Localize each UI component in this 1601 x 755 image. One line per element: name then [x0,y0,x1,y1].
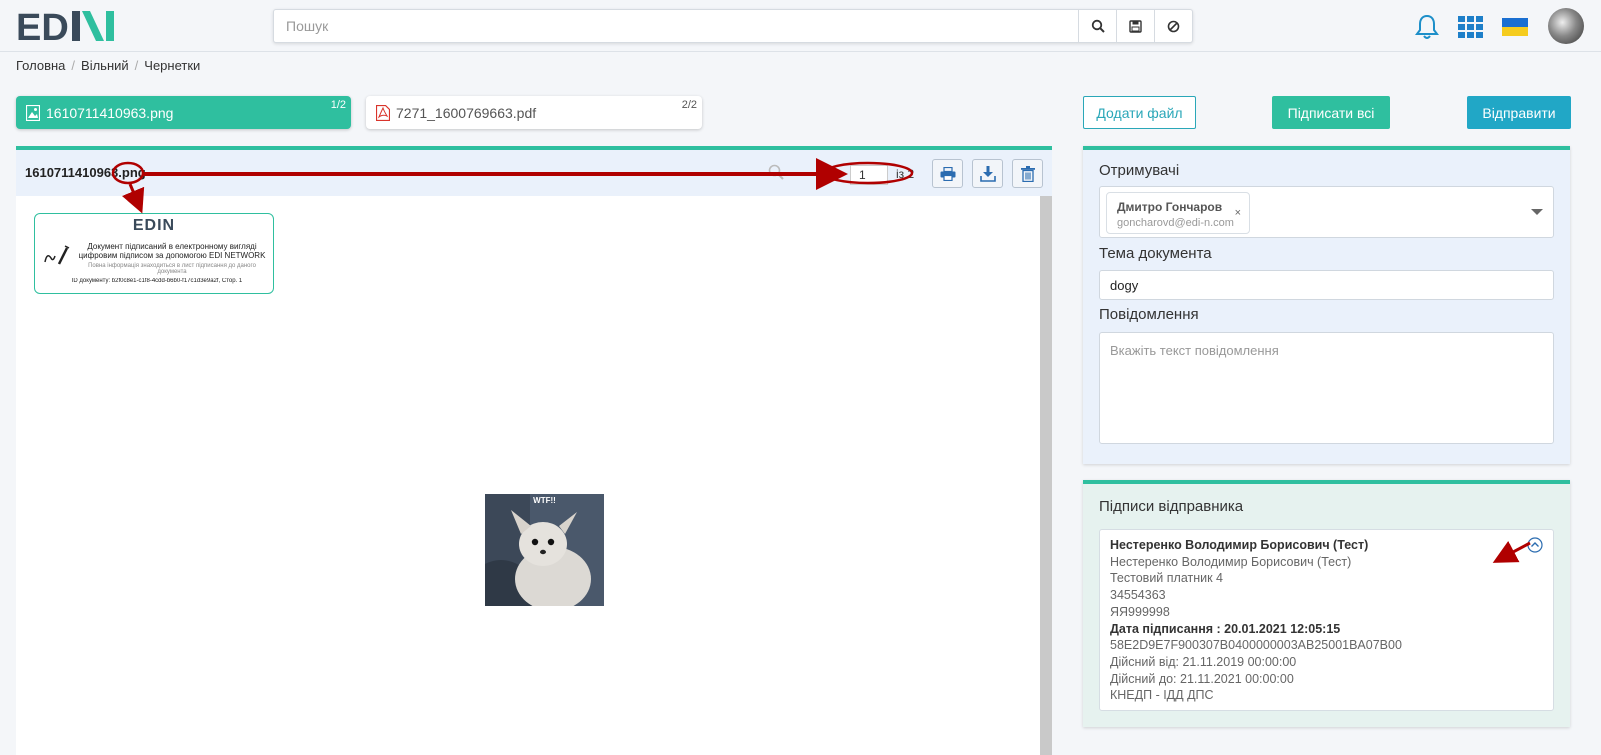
signatures-title: Підписи відправника [1099,498,1244,515]
signer-org: Тестовий платник 4 [1110,571,1223,586]
bell-icon [1415,14,1439,39]
file-tab-name: 7271_1600769663.pdf [396,104,537,121]
recipient-chip: Дмитро Гончаров goncharovd@edi-n.com × [1106,192,1250,234]
file-tab-name: 1610711410963.png [46,104,174,121]
notifications-button[interactable] [1412,12,1442,42]
edin-logo-graphic: ED [16,7,114,45]
print-icon [940,166,955,181]
remove-recipient-icon[interactable]: × [1235,207,1241,219]
trash-icon [1020,165,1035,182]
edin-logo[interactable]: ED [16,6,116,46]
print-button[interactable] [932,159,963,188]
svg-text:ED: ED [16,7,69,45]
sender-signatures-panel: Підписи відправника Нестеренко Володимир… [1083,480,1570,727]
breadcrumb: Головна / Вільний / Чернетки [16,58,200,76]
breadcrumb-drafts[interactable]: Чернетки [144,58,200,76]
sign-all-button[interactable]: Підписати всі [1272,96,1390,129]
subject-input[interactable]: dogy [1099,270,1554,300]
stamp-logo: EDIN [132,217,176,234]
message-label: Повідомлення [1099,306,1199,323]
search-button[interactable] [1078,10,1116,42]
document-form-panel: Отримувачі Дмитро Гончаров goncharovd@ed… [1083,146,1570,464]
breadcrumb-free[interactable]: Вільний [81,58,129,76]
delete-button[interactable] [1012,159,1043,188]
viewer-toolbar: 1610711410963.png 1 із 2 [16,150,1052,196]
subject-label: Тема документа [1099,245,1212,262]
top-header: ED [0,0,1601,52]
recipients-select[interactable]: Дмитро Гончаров goncharovd@edi-n.com × [1099,186,1554,238]
file-tab-pdf[interactable]: 7271_1600769663.pdf 2/2 [366,96,702,129]
file-tab-counter: 1/2 [330,99,346,111]
image-caption: WTF!! [533,496,556,505]
breadcrumb-separator: / [71,58,76,73]
stamp-note: Повна інформація знаходиться в лист підп… [88,263,256,275]
zoom-icon [768,164,784,180]
language-button[interactable] [1500,12,1530,42]
ukraine-flag-icon [1502,18,1528,36]
breadcrumb-separator: / [134,58,139,73]
signer-id: ЯЯ999998 [1110,604,1170,619]
page-total-label: із 2 [896,167,915,181]
document-image-dog: WTF!! [485,494,604,606]
search-input[interactable] [274,10,1078,42]
send-button[interactable]: Відправити [1467,96,1571,129]
cert-valid-to: Дійсний до: 21.11.2021 00:00:00 [1110,671,1294,686]
save-icon [1129,19,1142,33]
user-avatar[interactable] [1548,8,1584,44]
apps-grid-icon [1458,16,1483,38]
signer-code: 34554363 [1110,588,1166,603]
image-file-icon [26,104,40,121]
viewer-file-title: 1610711410963.png [25,165,146,180]
message-textarea[interactable]: Вкажіть текст повідомлення [1099,332,1554,444]
clear-icon [1167,20,1180,32]
sign-date: Дата підписання : 20.01.2021 12:05:15 [1110,621,1341,636]
file-tab-counter: 2/2 [681,99,697,111]
download-icon [979,165,996,182]
recipient-email: goncharovd@edi-n.com [1117,217,1234,229]
viewer-scrollbar[interactable] [1040,196,1052,755]
recipient-name: Дмитро Гончаров [1117,200,1223,214]
document-viewer: 1610711410963.png 1 із 2 EDIN Документ п… [16,146,1052,755]
page-number-input[interactable]: 1 [850,165,888,185]
signer-name: Нестеренко Володимир Борисович (Тест) [1110,554,1352,569]
signature-pen-icon [44,245,70,265]
cert-valid-from: Дійсний від: 21.11.2019 00:00:00 [1110,654,1297,669]
dog-photo [485,494,604,606]
search-bar [273,9,1193,43]
recipients-label: Отримувачі [1099,162,1180,179]
stamp-text: Документ підписаний в електронному вигля… [78,242,266,260]
file-tab-png[interactable]: 1610711410963.png 1/2 [16,96,351,129]
signer-name-bold: Нестеренко Володимир Борисович (Тест) [1110,538,1369,552]
download-button[interactable] [972,159,1003,188]
search-icon [1091,19,1105,33]
clear-search-button[interactable] [1154,10,1192,42]
breadcrumb-home[interactable]: Головна [16,58,65,76]
signature-card: Нестеренко Володимир Борисович (Тест) Не… [1099,529,1554,711]
collapse-chevron-up-icon[interactable] [1527,537,1543,553]
save-search-button[interactable] [1116,10,1154,42]
zoom-control[interactable] [768,164,784,183]
pdf-file-icon [376,104,390,121]
apps-menu-button[interactable] [1456,12,1486,42]
stamp-doc-id: ID документу: b2f0c8e1-c1f8-4cdd-b6b0-f1… [71,278,243,284]
chevron-down-icon[interactable] [1531,209,1543,215]
signature-stamp: EDIN Документ підписаний в електронному … [34,213,274,294]
cert-serial: 58E2D9E7F900307B0400000003AB25001BA07B00 [1110,638,1402,653]
add-file-button[interactable]: Додати файл [1083,96,1196,129]
cert-issuer: КНЕДП - ІДД ДПС [1110,688,1214,703]
